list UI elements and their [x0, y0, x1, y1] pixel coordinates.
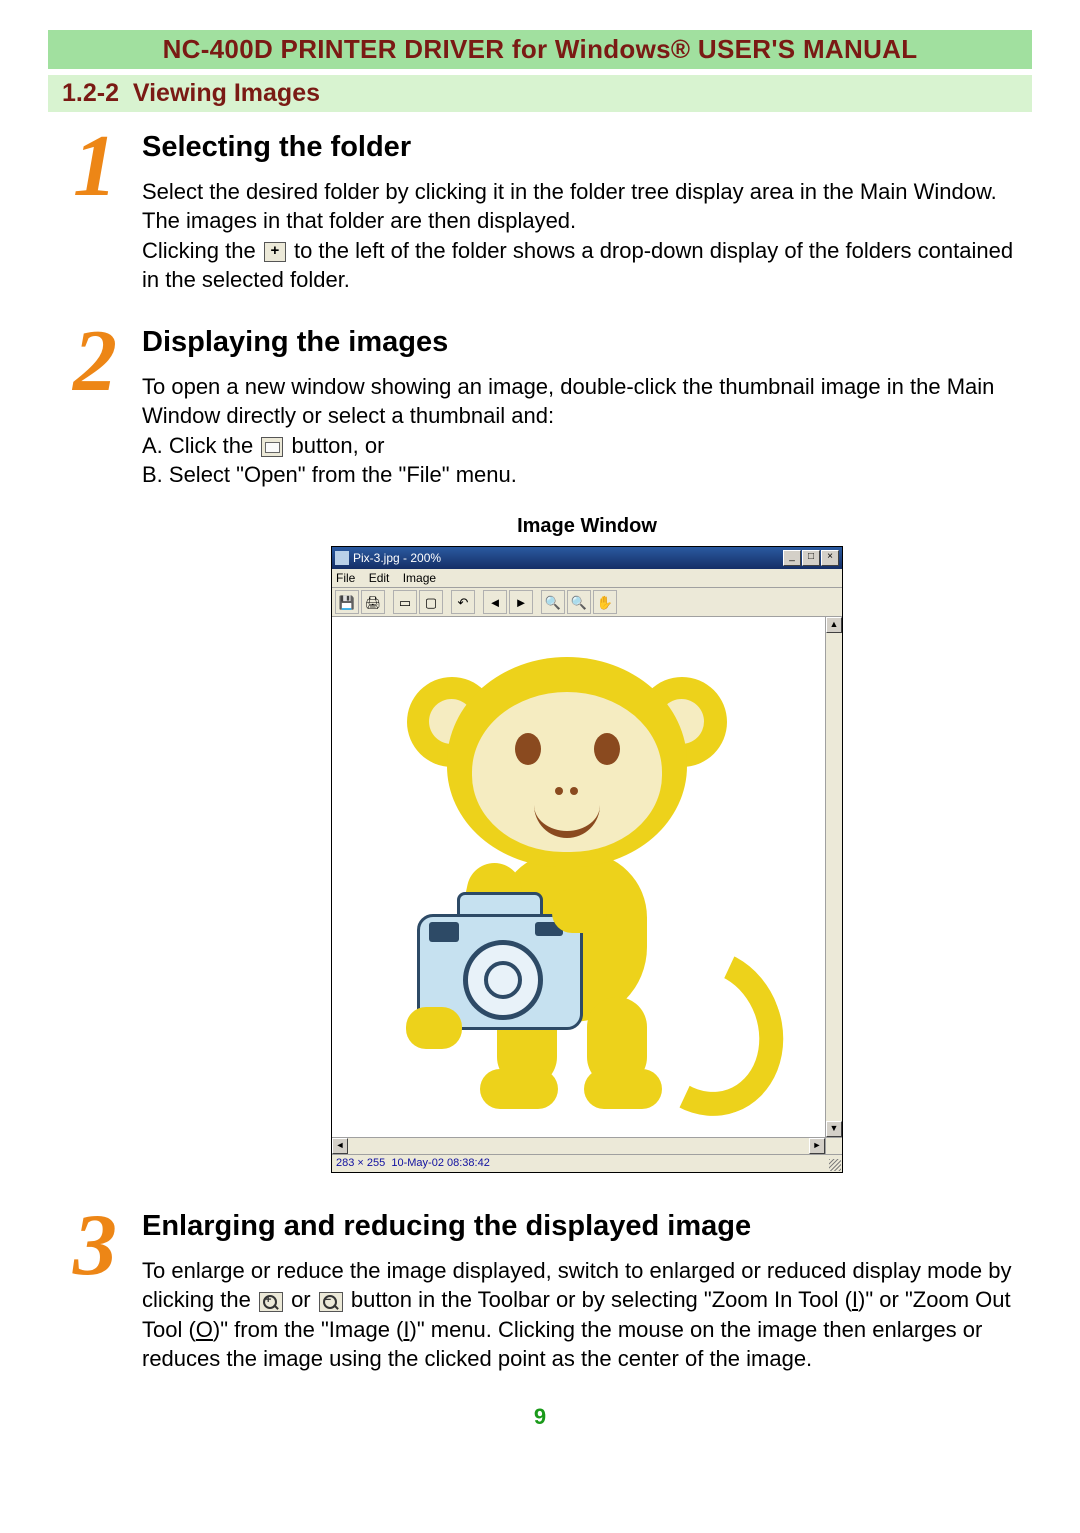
step-3: 3 Enlarging and reducing the displayed i… [48, 1207, 1032, 1374]
maximize-button[interactable]: □ [802, 550, 820, 566]
toolbar-zoom-out-icon[interactable]: 🔍 [567, 590, 591, 614]
toolbar-zoom-in-icon[interactable]: 🔍 [541, 590, 565, 614]
resize-grip-icon[interactable] [829, 1159, 841, 1171]
step-2: 2 Displaying the images To open a new wi… [48, 323, 1032, 1173]
status-date: 10-May-02 08:38:42 [391, 1156, 489, 1171]
toolbar-fit-icon[interactable]: ▭ [393, 590, 417, 614]
step-3-p1: To enlarge or reduce the image displayed… [142, 1256, 1032, 1374]
toolbar-hand-icon[interactable]: ✋ [593, 590, 617, 614]
window-toolbar: 💾 🖨 ▭ ▢ ↶ ◄ ► 🔍 🔍 ✋ [332, 588, 842, 617]
toolbar-next-icon[interactable]: ► [509, 590, 533, 614]
step-2-option-b: B. Select "Open" from the "File" menu. [142, 460, 1032, 489]
plus-expand-icon [264, 242, 286, 262]
step-2-heading: Displaying the images [142, 323, 1032, 362]
zoom-out-icon: − [319, 1292, 343, 1312]
toolbar-save-icon[interactable]: 💾 [335, 590, 359, 614]
step-number-2: 2 [48, 327, 142, 397]
menu-image[interactable]: Image [403, 571, 436, 585]
toolbar-actual-icon[interactable]: ▢ [419, 590, 443, 614]
scroll-down-icon[interactable]: ▼ [826, 1121, 842, 1137]
page-number: 9 [48, 1404, 1032, 1430]
open-button-icon [261, 437, 283, 457]
step-1-heading: Selecting the folder [142, 128, 1032, 167]
section-heading-bar: 1.2-2 Viewing Images [48, 75, 1032, 112]
toolbar-rotate-left-icon[interactable]: ↶ [451, 590, 475, 614]
image-window-screenshot: Pix-3.jpg - 200% _ □ × File Edit Image 💾… [331, 546, 843, 1173]
window-menubar: File Edit Image [332, 569, 842, 588]
step-number-3: 3 [48, 1211, 142, 1281]
vertical-scrollbar[interactable]: ▲ ▼ [825, 617, 842, 1137]
toolbar-print-icon[interactable]: 🖨 [361, 590, 385, 614]
image-window-caption: Image Window [142, 513, 1032, 540]
step-1: 1 Selecting the folder Select the desire… [48, 128, 1032, 295]
scroll-left-icon[interactable]: ◄ [332, 1138, 348, 1154]
close-button[interactable]: × [821, 550, 839, 566]
window-title: Pix-3.jpg - 200% [353, 550, 782, 566]
window-titlebar: Pix-3.jpg - 200% _ □ × [332, 547, 842, 569]
step-2-p1: To open a new window showing an image, d… [142, 372, 1032, 431]
step-2-option-a: A. Click the button, or [142, 431, 1032, 460]
step-number-1: 1 [48, 132, 142, 202]
step-1-p1: Select the desired folder by clicking it… [142, 177, 1032, 236]
window-statusbar: 283 × 255 10-May-02 08:38:42 [332, 1154, 842, 1172]
manual-title-text: NC-400D PRINTER DRIVER for Windows® USER… [163, 34, 918, 64]
status-dimensions: 283 × 255 [336, 1156, 385, 1171]
scroll-right-icon[interactable]: ► [809, 1138, 825, 1154]
manual-title-bar: NC-400D PRINTER DRIVER for Windows® USER… [48, 30, 1032, 69]
image-canvas[interactable] [332, 617, 825, 1137]
horizontal-scrollbar[interactable]: ◄ ► [332, 1137, 825, 1154]
section-title: Viewing Images [133, 79, 320, 107]
zoom-in-icon: + [259, 1292, 283, 1312]
monkey-illustration [362, 637, 792, 1127]
section-number: 1.2-2 [62, 79, 119, 107]
window-app-icon [335, 551, 349, 565]
minimize-button[interactable]: _ [783, 550, 801, 566]
menu-edit[interactable]: Edit [369, 571, 390, 585]
menu-file[interactable]: File [336, 571, 355, 585]
toolbar-prev-icon[interactable]: ◄ [483, 590, 507, 614]
scroll-up-icon[interactable]: ▲ [826, 617, 842, 633]
step-1-p2: Clicking the to the left of the folder s… [142, 236, 1032, 295]
step-3-heading: Enlarging and reducing the displayed ima… [142, 1207, 1032, 1246]
